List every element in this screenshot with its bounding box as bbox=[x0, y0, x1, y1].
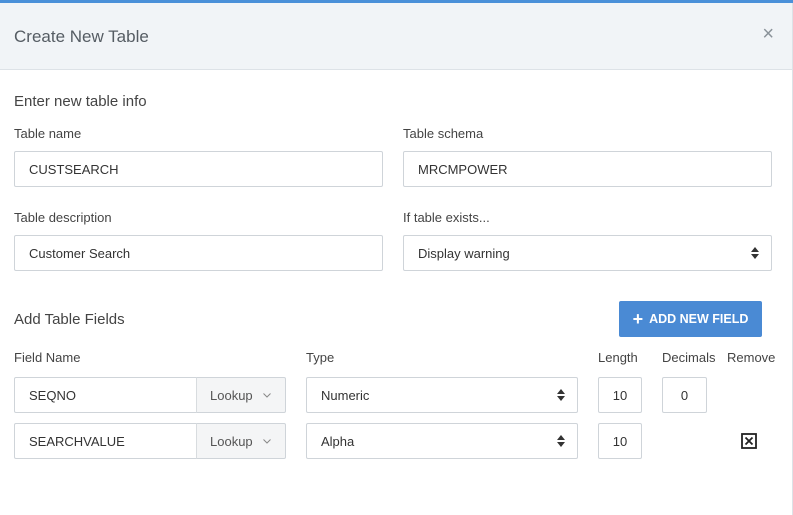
table-name-input[interactable]: CUSTSEARCH bbox=[14, 151, 383, 187]
chevron-down-icon bbox=[262, 438, 271, 444]
field-type-value: Numeric bbox=[321, 387, 370, 403]
field-name-input[interactable]: SEARCHVALUE bbox=[14, 423, 197, 459]
field-length-value: 10 bbox=[612, 387, 628, 403]
add-new-field-label: ADD NEW FIELD bbox=[649, 312, 749, 326]
field-type-select[interactable]: Alpha bbox=[306, 423, 578, 459]
table-schema-label: Table schema bbox=[403, 126, 484, 141]
dialog-header: Create New Table × bbox=[0, 3, 792, 70]
field-decimals-input[interactable]: 0 bbox=[662, 377, 707, 413]
field-length-value: 10 bbox=[612, 433, 628, 449]
lookup-label: Lookup bbox=[210, 433, 253, 449]
table-name-label: Table name bbox=[14, 126, 82, 141]
chevron-down-icon bbox=[262, 392, 271, 398]
table-description-value: Customer Search bbox=[29, 245, 131, 261]
field-name-header: Field Name bbox=[14, 350, 81, 365]
length-header: Length bbox=[598, 350, 638, 365]
decimals-header: Decimals bbox=[662, 350, 716, 365]
table-description-label: Table description bbox=[14, 210, 112, 225]
table-schema-value: MRCMPOWER bbox=[418, 161, 508, 177]
table-schema-input[interactable]: MRCMPOWER bbox=[403, 151, 772, 187]
field-length-input[interactable]: 10 bbox=[598, 377, 642, 413]
if-exists-label: If table exists... bbox=[403, 210, 490, 225]
field-length-input[interactable]: 10 bbox=[598, 423, 642, 459]
select-arrows-icon bbox=[557, 389, 565, 401]
table-info-section-title: Enter new table info bbox=[14, 93, 147, 110]
type-header: Type bbox=[306, 350, 335, 365]
if-exists-select[interactable]: Display warning bbox=[403, 235, 772, 271]
field-name-value: SEARCHVALUE bbox=[29, 433, 125, 449]
lookup-label: Lookup bbox=[210, 387, 253, 403]
table-description-input[interactable]: Customer Search bbox=[14, 235, 383, 271]
lookup-button[interactable]: Lookup bbox=[196, 377, 286, 413]
add-new-field-button[interactable]: + ADD NEW FIELD bbox=[619, 301, 762, 337]
field-name-input[interactable]: SEQNO bbox=[14, 377, 197, 413]
lookup-button[interactable]: Lookup bbox=[196, 423, 286, 459]
remove-field-icon[interactable] bbox=[741, 433, 757, 449]
field-type-value: Alpha bbox=[321, 433, 355, 449]
field-name-value: SEQNO bbox=[29, 387, 76, 403]
field-decimals-value: 0 bbox=[680, 387, 689, 403]
if-exists-value: Display warning bbox=[418, 245, 510, 261]
select-arrows-icon bbox=[751, 247, 759, 259]
table-name-value: CUSTSEARCH bbox=[29, 161, 119, 177]
plus-icon: + bbox=[632, 309, 644, 329]
table-fields-section-title: Add Table Fields bbox=[14, 311, 125, 328]
dialog-title: Create New Table bbox=[14, 27, 149, 46]
field-type-select[interactable]: Numeric bbox=[306, 377, 578, 413]
close-icon[interactable]: × bbox=[762, 24, 774, 44]
select-arrows-icon bbox=[557, 435, 565, 447]
remove-header: Remove bbox=[727, 350, 776, 365]
